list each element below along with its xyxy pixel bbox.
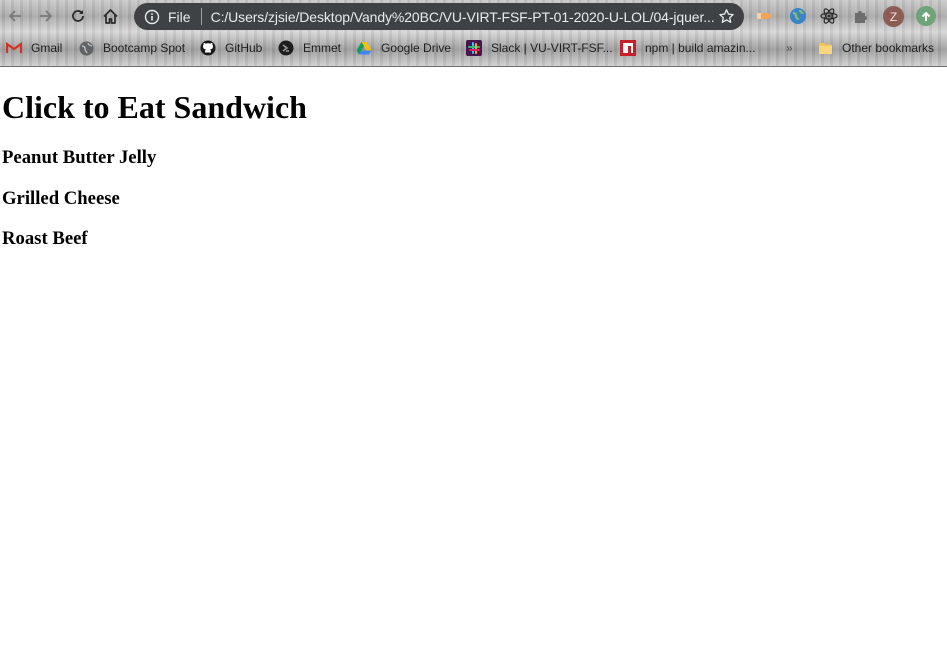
- extension-puzzle-button[interactable]: [851, 6, 871, 26]
- bookmark-google-drive[interactable]: Google Drive: [356, 39, 451, 57]
- browser-chrome: File C:/Users/zjsie/Desktop/Vandy%20BC/V…: [0, 0, 947, 67]
- home-icon: [102, 8, 118, 24]
- github-icon: [200, 40, 216, 56]
- bookmark-emmet[interactable]: Emmet: [278, 39, 341, 57]
- update-button[interactable]: [916, 6, 936, 26]
- bookmark-slack[interactable]: Slack | VU-VIRT-FSF...: [466, 39, 613, 57]
- arrow-right-icon: [40, 10, 53, 22]
- bookmark-label: Bootcamp Spot: [103, 41, 186, 55]
- emmet-icon: [278, 40, 294, 56]
- folder-icon: [817, 40, 833, 56]
- arrow-up-icon: [921, 11, 931, 21]
- address-bar[interactable]: File C:/Users/zjsie/Desktop/Vandy%20BC/V…: [134, 3, 744, 30]
- sandwich-grilled-cheese[interactable]: Grilled Cheese: [2, 188, 120, 210]
- slack-icon: [466, 40, 482, 56]
- extension-react-button[interactable]: [819, 6, 839, 26]
- back-button[interactable]: [4, 5, 26, 27]
- bookmark-bootcamp-spot[interactable]: Bootcamp Spot: [78, 39, 185, 57]
- google-drive-icon: [356, 40, 372, 56]
- puzzle-piece-icon: [855, 11, 867, 23]
- bookmark-label: Google Drive: [381, 41, 452, 55]
- url-text[interactable]: C:/Users/zjsie/Desktop/Vandy%20BC/VU-VIR…: [211, 9, 716, 25]
- extension-pencil-button[interactable]: [755, 6, 775, 26]
- bookmark-gmail[interactable]: Gmail: [6, 39, 62, 57]
- gmail-icon: [6, 40, 22, 56]
- info-icon[interactable]: [144, 9, 160, 25]
- more-bookmarks-button[interactable]: »: [786, 41, 793, 55]
- react-icon: [820, 8, 838, 24]
- bookmark-label: Gmail: [31, 41, 63, 55]
- profile-avatar[interactable]: Z: [883, 6, 904, 27]
- npm-icon: [620, 40, 636, 56]
- address-divider: [200, 8, 202, 25]
- pencil-extension-icon: [757, 13, 773, 19]
- browser-toolbar: File C:/Users/zjsie/Desktop/Vandy%20BC/V…: [0, 0, 947, 33]
- page-content: Click to Eat Sandwich Peanut Butter Jell…: [0, 67, 947, 658]
- globe-extension-icon: [790, 8, 806, 24]
- forward-button[interactable]: [35, 5, 57, 27]
- page-title: Click to Eat Sandwich: [2, 89, 307, 125]
- extension-globe-button[interactable]: [788, 6, 808, 26]
- arrow-left-icon: [8, 10, 21, 22]
- bookmark-label: Other bookmarks: [842, 41, 935, 55]
- bookmark-github[interactable]: GitHub: [200, 39, 262, 57]
- reload-icon: [72, 10, 84, 22]
- bookmark-label: npm | build amazin...: [645, 41, 756, 55]
- bookmark-other-bookmarks[interactable]: Other bookmarks: [817, 39, 934, 57]
- globe-icon: [78, 40, 94, 56]
- bookmark-label: Emmet: [303, 41, 342, 55]
- url-scheme-label: File: [168, 8, 191, 25]
- bookmarks-bar: Gmail Bootcamp Spot GitHub Emmet Google …: [0, 36, 947, 60]
- sandwich-peanut-butter-jelly[interactable]: Peanut Butter Jelly: [2, 147, 156, 169]
- reload-button[interactable]: [67, 5, 89, 27]
- bookmark-label: GitHub: [225, 41, 263, 55]
- bookmark-star-icon[interactable]: [718, 8, 735, 25]
- bookmark-label: Slack | VU-VIRT-FSF...: [491, 41, 613, 55]
- home-button[interactable]: [99, 5, 121, 27]
- sandwich-roast-beef[interactable]: Roast Beef: [2, 228, 88, 250]
- profile-initial: Z: [889, 9, 898, 24]
- bookmark-npm[interactable]: npm | build amazin...: [620, 39, 756, 57]
